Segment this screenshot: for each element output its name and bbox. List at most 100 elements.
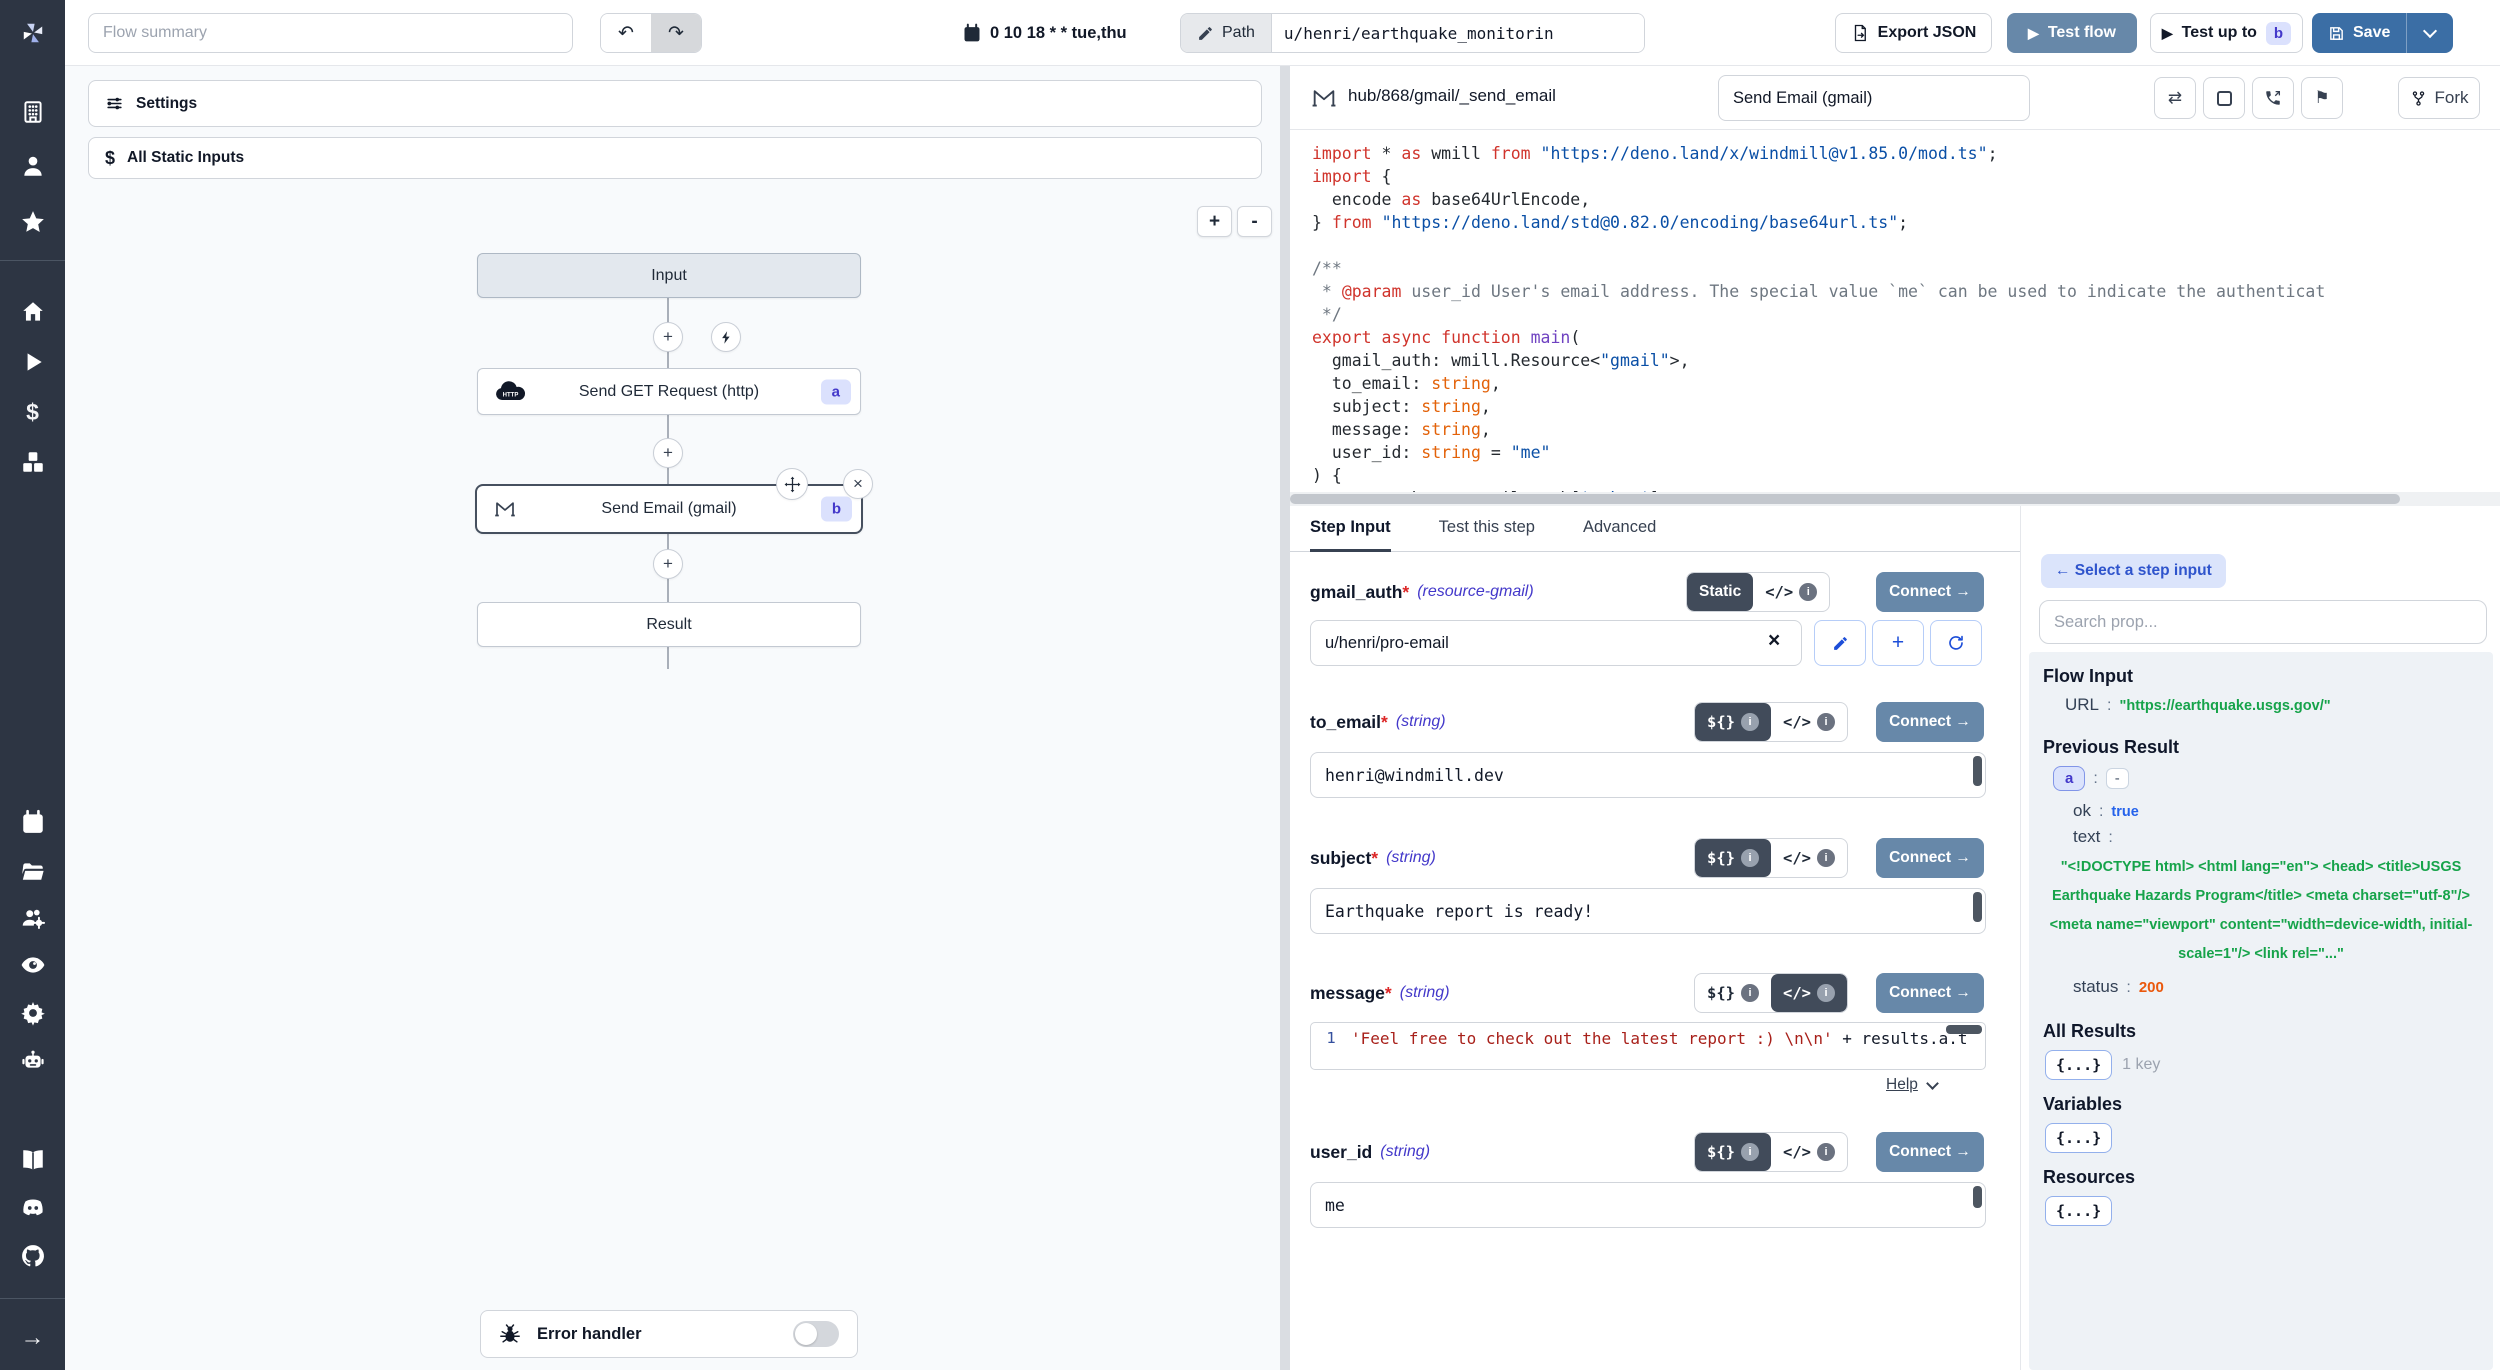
- result-node[interactable]: Result: [477, 602, 861, 647]
- collapse-button[interactable]: -: [2106, 768, 2129, 789]
- groups-users-icon[interactable]: [0, 898, 65, 938]
- code-mode-button[interactable]: </>i: [1771, 839, 1847, 877]
- code-horizontal-scrollbar[interactable]: [1290, 492, 2500, 506]
- resources-cubes-icon[interactable]: [0, 442, 65, 482]
- home-icon[interactable]: [0, 292, 65, 332]
- code-mode-button[interactable]: </>i: [1771, 974, 1847, 1012]
- text-value[interactable]: "<!DOCTYPE html> <html lang="en"> <head>…: [2043, 853, 2479, 969]
- message-expression-editor[interactable]: 1 'Feel free to check out the latest rep…: [1310, 1022, 1986, 1070]
- tab-test-this-step[interactable]: Test this step: [1439, 506, 1535, 552]
- subject-input[interactable]: [1310, 888, 1986, 934]
- input-node[interactable]: Input: [477, 253, 861, 298]
- audit-eye-icon[interactable]: [0, 945, 65, 985]
- connect-button-gmail-auth[interactable]: Connect →: [1876, 572, 1984, 612]
- redo-button[interactable]: ↷: [651, 14, 701, 52]
- input-scrollbar[interactable]: [1973, 892, 1982, 922]
- static-mode-button[interactable]: Static: [1687, 573, 1753, 611]
- variables-dollar-icon[interactable]: $: [0, 392, 65, 432]
- user-id-input[interactable]: [1310, 1182, 1986, 1228]
- input-scrollbar[interactable]: [1973, 756, 1982, 786]
- code-editor[interactable]: import * as wmill from "https://deno.lan…: [1290, 130, 2500, 492]
- step-a-badge[interactable]: a: [2053, 766, 2085, 791]
- flag-button[interactable]: ⚑: [2301, 77, 2343, 119]
- variables-object-badge[interactable]: {...}: [2045, 1123, 2112, 1153]
- http-get-node[interactable]: HTTP Send GET Request (http) a: [477, 368, 861, 415]
- connect-button-user-id[interactable]: Connect →: [1876, 1132, 1984, 1172]
- status-row[interactable]: status : 200: [2073, 977, 2483, 997]
- discord-icon[interactable]: [0, 1188, 65, 1228]
- connect-button-message[interactable]: Connect →: [1876, 973, 1984, 1013]
- add-step-button[interactable]: +: [653, 322, 683, 352]
- swap-script-button[interactable]: ⇄: [2154, 77, 2196, 119]
- error-handler-toggle[interactable]: [793, 1321, 839, 1347]
- user-icon[interactable]: [0, 146, 65, 186]
- stop-square-button[interactable]: [2203, 77, 2245, 119]
- path-value[interactable]: u/henri/earthquake_monitorin: [1272, 14, 1644, 52]
- expr-mode-button[interactable]: ${}i: [1695, 703, 1771, 741]
- to-email-input[interactable]: [1310, 752, 1986, 798]
- editor-scrollbar[interactable]: [1946, 1025, 1982, 1034]
- ok-row[interactable]: ok : true: [2073, 801, 2483, 821]
- schedule-summary[interactable]: 0 10 18 * * tue,thu: [962, 0, 1127, 66]
- all-results-object-badge[interactable]: {...}: [2045, 1050, 2112, 1080]
- search-prop-input[interactable]: [2039, 600, 2487, 644]
- add-step-button[interactable]: +: [653, 438, 683, 468]
- error-handler-row[interactable]: Error handler: [480, 1310, 858, 1358]
- all-static-inputs-row[interactable]: $ All Static Inputs: [88, 137, 1262, 179]
- save-dropdown-button[interactable]: [2407, 13, 2453, 53]
- settings-gear-icon[interactable]: [0, 993, 65, 1033]
- flow-input-url-row[interactable]: URL : "https://earthquake.usgs.gov/": [2065, 695, 2483, 715]
- step-name-input[interactable]: [1718, 75, 2030, 121]
- zoom-in-button[interactable]: +: [1197, 206, 1232, 237]
- export-json-button[interactable]: Export JSON: [1835, 13, 1992, 53]
- test-flow-button[interactable]: ▶ Test flow: [2007, 13, 2137, 53]
- add-resource-button[interactable]: +: [1872, 620, 1924, 666]
- runs-play-icon[interactable]: [0, 342, 65, 382]
- input-scrollbar[interactable]: [1973, 1186, 1982, 1208]
- test-up-to-button[interactable]: ▶ Test up to b: [2150, 13, 2303, 53]
- edit-resource-button[interactable]: [1814, 620, 1866, 666]
- resources-object-badge[interactable]: {...}: [2045, 1196, 2112, 1226]
- folders-icon[interactable]: [0, 852, 65, 892]
- expr-mode-button[interactable]: ${}i: [1695, 839, 1771, 877]
- undo-button[interactable]: ↶: [601, 14, 651, 52]
- panel-resize-handle[interactable]: [1280, 66, 1290, 1370]
- delete-step-button[interactable]: ×: [843, 469, 873, 499]
- gmail-auth-input[interactable]: [1310, 620, 1802, 666]
- webhook-phone-button[interactable]: [2252, 77, 2294, 119]
- code-mode-button[interactable]: </>i: [1771, 1133, 1847, 1171]
- fork-button[interactable]: Fork: [2398, 77, 2480, 119]
- workers-robot-icon[interactable]: [0, 1040, 65, 1080]
- save-button[interactable]: Save: [2312, 13, 2407, 53]
- hub-script-path[interactable]: hub/868/gmail/_send_email: [1348, 86, 1556, 106]
- edit-path-button[interactable]: Path: [1181, 14, 1272, 52]
- flow-summary-input[interactable]: [88, 13, 573, 53]
- code-mode-button[interactable]: </>i: [1771, 703, 1847, 741]
- tab-step-input[interactable]: Step Input: [1310, 506, 1391, 552]
- workspace-icon[interactable]: [0, 92, 65, 132]
- move-step-handle[interactable]: [776, 468, 808, 500]
- github-icon[interactable]: [0, 1236, 65, 1276]
- connect-button-subject[interactable]: Connect →: [1876, 838, 1984, 878]
- refresh-resource-button[interactable]: [1930, 620, 1982, 666]
- connect-button-to-email[interactable]: Connect →: [1876, 702, 1984, 742]
- favorites-star-icon[interactable]: [0, 202, 65, 242]
- help-link[interactable]: Help: [1886, 1076, 1937, 1094]
- dollar-icon: $: [105, 148, 115, 169]
- clear-resource-button[interactable]: ×: [1768, 629, 1780, 653]
- select-step-input-button[interactable]: ← Select a step input: [2041, 554, 2226, 588]
- windmill-logo-icon[interactable]: [0, 13, 65, 53]
- expr-mode-button[interactable]: ${}i: [1695, 974, 1771, 1012]
- scrollbar-thumb[interactable]: [1290, 494, 2400, 504]
- zoom-out-button[interactable]: -: [1237, 206, 1272, 237]
- code-mode-button[interactable]: </>i: [1753, 573, 1829, 611]
- schedules-calendar-icon[interactable]: [0, 802, 65, 842]
- add-step-button[interactable]: +: [653, 549, 683, 579]
- tab-advanced[interactable]: Advanced: [1583, 506, 1656, 552]
- add-trigger-bolt-button[interactable]: [711, 322, 741, 352]
- text-row[interactable]: text :: [2073, 827, 2483, 847]
- flow-settings-row[interactable]: Settings: [88, 80, 1262, 127]
- docs-book-icon[interactable]: [0, 1140, 65, 1180]
- collapse-sidebar-arrow-icon[interactable]: →: [0, 1318, 65, 1358]
- expr-mode-button[interactable]: ${}i: [1695, 1133, 1771, 1171]
